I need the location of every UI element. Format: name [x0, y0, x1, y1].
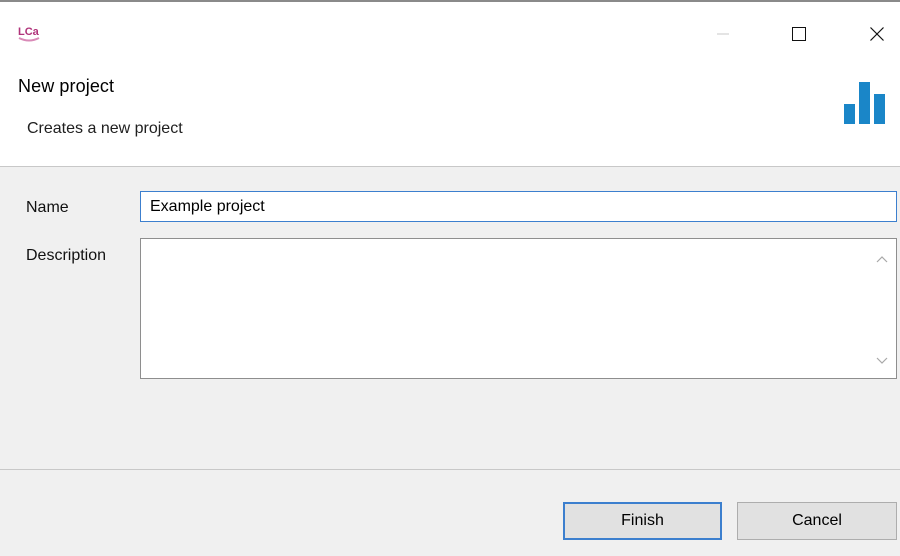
description-label: Description	[26, 247, 107, 264]
description-scrollbar[interactable]	[868, 239, 896, 378]
button-bar: Finish Cancel	[0, 470, 900, 556]
chevron-down-icon[interactable]	[874, 355, 890, 367]
form-panel: Name Description	[0, 167, 900, 469]
close-button[interactable]	[854, 14, 900, 54]
close-icon	[870, 27, 884, 41]
bar-chart-icon	[844, 82, 885, 124]
title-bar[interactable]: LCa	[0, 2, 900, 60]
minimize-button[interactable]	[700, 14, 746, 54]
description-textarea[interactable]	[140, 238, 897, 379]
chevron-up-icon[interactable]	[874, 253, 890, 265]
svg-text:LCa: LCa	[18, 26, 40, 38]
page-title: New project	[18, 76, 115, 96]
new-project-dialog: LCa New project Creates a new project Na…	[0, 0, 900, 556]
minimize-icon	[717, 33, 729, 35]
page-subtitle: Creates a new project	[27, 120, 183, 137]
lca-app-icon: LCa	[18, 26, 40, 42]
maximize-icon	[792, 27, 806, 41]
name-label: Name	[26, 199, 69, 216]
cancel-button[interactable]: Cancel	[737, 502, 897, 540]
name-input[interactable]	[140, 191, 897, 222]
maximize-button[interactable]	[776, 14, 822, 54]
wizard-header: New project Creates a new project	[0, 60, 900, 166]
finish-button[interactable]: Finish	[563, 502, 722, 540]
